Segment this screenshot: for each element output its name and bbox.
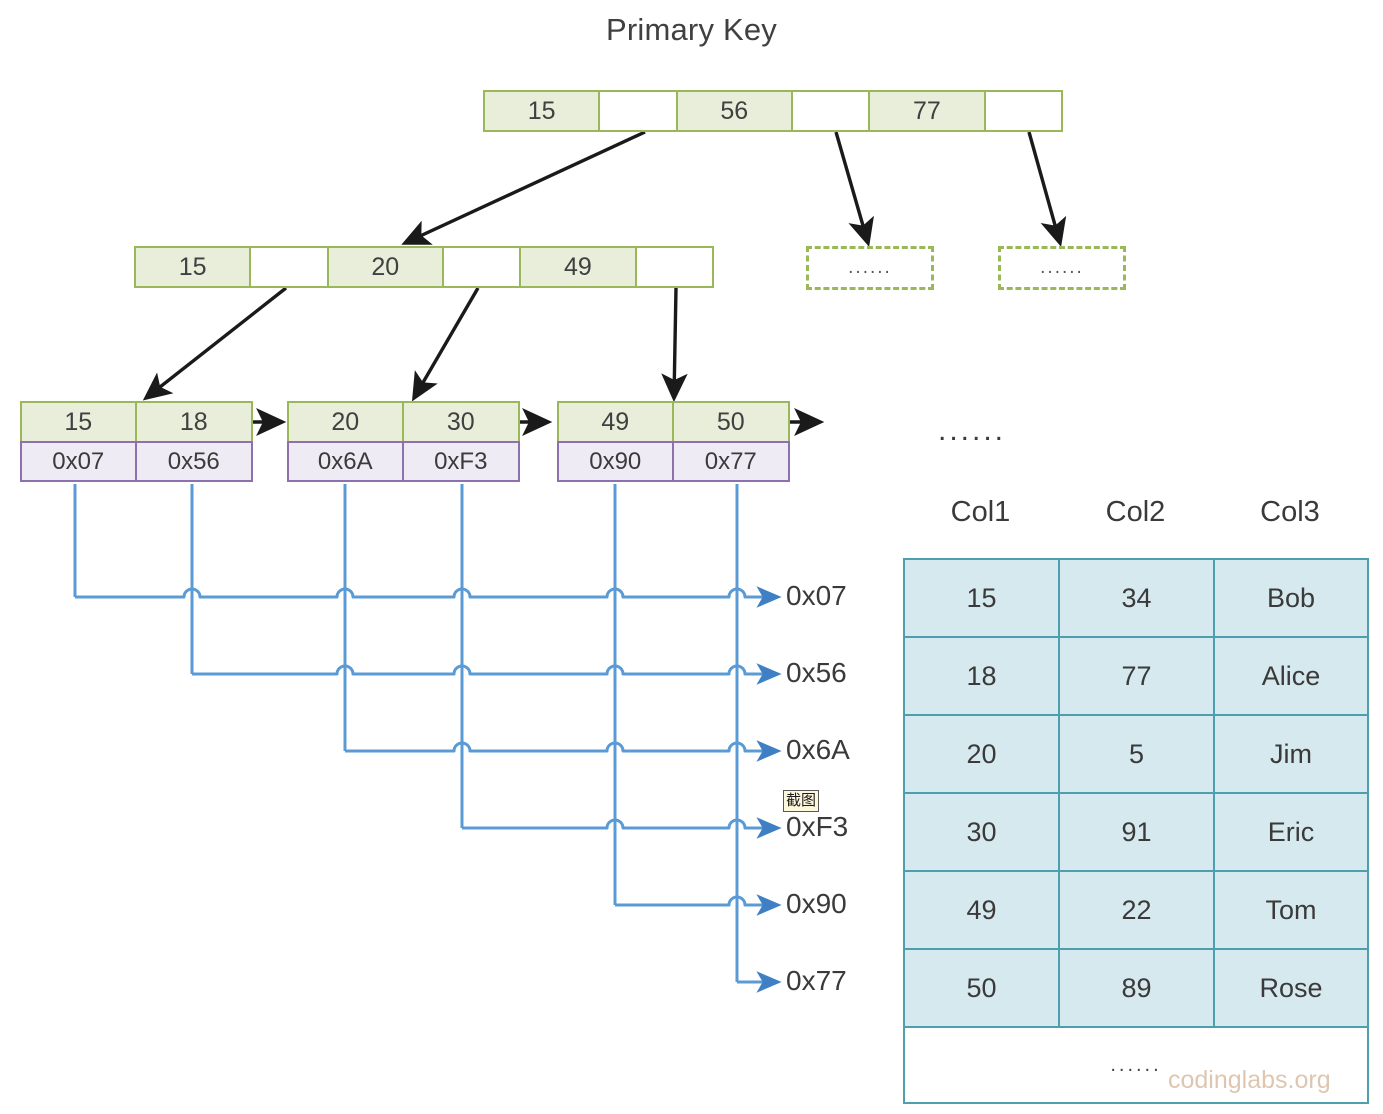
wire-row-0x90: [615, 894, 782, 916]
cell-r5-c1: 89: [1058, 948, 1215, 1028]
address-label-0x07: 0x07: [786, 580, 847, 611]
internal-pointer-cell-1[interactable]: [443, 248, 522, 286]
stub-node-1: ......: [806, 246, 934, 290]
address-label-0x6A: 0x6A: [786, 734, 850, 765]
table-row[interactable]: 50 89 Rose: [903, 948, 1369, 1028]
table-column-headers: Col1 Col2 Col3: [903, 496, 1367, 529]
leaf-2-pointer-1[interactable]: 0xF3: [403, 443, 518, 480]
record-data-table: 15 34 Bob 18 77 Alice 20 5 Jim 30 91 Eri…: [903, 558, 1369, 1104]
edge-root-to-internal: [401, 130, 646, 245]
edge-internal-to-leaf-2: [411, 287, 480, 402]
cell-r0-c1: 34: [1058, 558, 1215, 638]
page-title: Primary Key: [605, 12, 777, 47]
leaf-3-key-row: 49 50: [557, 401, 790, 443]
leaf-1-pointer-row: 0x07 0x56: [20, 441, 253, 482]
watermark: codinglabs.org: [1168, 1066, 1331, 1094]
table-row[interactable]: 49 22 Tom: [903, 870, 1369, 950]
internal-key-cell-2[interactable]: 49: [521, 248, 637, 286]
cell-r4-c2: Tom: [1213, 870, 1369, 950]
table-row[interactable]: 30 91 Eric: [903, 792, 1369, 872]
wire-row-0x6A: [345, 740, 782, 762]
edge-internal-to-leaf-3: [661, 287, 688, 403]
diagram-canvas: Primary Key 15 56 77 15 20 49 ...... ...…: [0, 0, 1383, 1114]
stub-node-2: ......: [998, 246, 1126, 290]
address-label-0x77: 0x77: [786, 965, 847, 996]
root-key-cell-2[interactable]: 77: [870, 92, 986, 130]
leaf-1-key-row: 15 18: [20, 401, 253, 443]
leaf-2-key-1[interactable]: 30: [403, 403, 518, 441]
cell-r4-c0: 49: [903, 870, 1060, 950]
wire-row-0x56: [192, 663, 782, 685]
root-key-cell-1[interactable]: 56: [677, 92, 793, 130]
leaf-node-1[interactable]: 15 18 0x07 0x56: [20, 401, 253, 482]
pointer-wires: [73, 484, 782, 993]
edge-root-to-stub-1: [834, 131, 874, 247]
root-key-cell-0[interactable]: 15: [485, 92, 601, 130]
cell-r5-c2: Rose: [1213, 948, 1369, 1028]
edge-internal-to-leaf-1: [142, 286, 288, 401]
internal-key-cell-0[interactable]: 15: [136, 248, 252, 286]
cell-r1-c1: 77: [1058, 636, 1215, 716]
cell-r5-c0: 50: [903, 948, 1060, 1028]
leaf-2-pointer-row: 0x6A 0xF3: [287, 441, 520, 482]
address-label-0xF3: 0xF3: [786, 811, 849, 842]
address-label-0x56: 0x56: [786, 657, 847, 688]
wire-row-0x07: [75, 586, 782, 608]
edge-root-to-stub-2: [1027, 131, 1067, 247]
cell-r2-c1: 5: [1058, 714, 1215, 794]
index-node-internal-1[interactable]: 15 20 49: [134, 246, 714, 288]
screenshot-tooltip-chip[interactable]: 截图: [783, 790, 820, 812]
column-header-col2: Col2: [1105, 496, 1166, 528]
index-node-root[interactable]: 15 56 77: [483, 90, 1063, 132]
root-pointer-cell-2[interactable]: [985, 92, 1062, 130]
table-row[interactable]: 15 34 Bob: [903, 558, 1369, 638]
root-pointer-cell-0[interactable]: [600, 92, 678, 130]
cell-r3-c0: 30: [903, 792, 1060, 872]
leaf-3-pointer-row: 0x90 0x77: [557, 441, 790, 482]
root-pointer-cell-1[interactable]: [792, 92, 871, 130]
leaf-1-key-0[interactable]: 15: [22, 403, 137, 441]
cell-r3-c1: 91: [1058, 792, 1215, 872]
leaf-2-key-0[interactable]: 20: [289, 403, 404, 441]
leaf-3-key-0[interactable]: 49: [559, 403, 674, 441]
leaf-2-pointer-0[interactable]: 0x6A: [289, 443, 404, 480]
leaf-node-3[interactable]: 49 50 0x90 0x77: [557, 401, 790, 482]
column-header-col1: Col1: [950, 496, 1011, 528]
table-row[interactable]: 20 5 Jim: [903, 714, 1369, 794]
internal-pointer-cell-2[interactable]: [636, 248, 713, 286]
address-label-0x90: 0x90: [786, 888, 847, 919]
table-row[interactable]: 18 77 Alice: [903, 636, 1369, 716]
leaf-1-pointer-1[interactable]: 0x56: [136, 443, 251, 480]
cell-r1-c2: Alice: [1213, 636, 1369, 716]
internal-key-cell-1[interactable]: 20: [328, 248, 444, 286]
cell-r2-c2: Jim: [1213, 714, 1369, 794]
cell-r2-c0: 20: [903, 714, 1060, 794]
leaf-1-pointer-0[interactable]: 0x07: [22, 443, 137, 480]
column-header-col3: Col3: [1260, 496, 1320, 528]
cell-r1-c0: 18: [903, 636, 1060, 716]
leaf-3-key-1[interactable]: 50: [673, 403, 788, 441]
cell-r0-c0: 15: [903, 558, 1060, 638]
leaf-2-key-row: 20 30: [287, 401, 520, 443]
wire-row-0xF3: [462, 817, 782, 839]
internal-pointer-cell-0[interactable]: [251, 248, 329, 286]
cell-r4-c1: 22: [1058, 870, 1215, 950]
leaf-1-key-1[interactable]: 18: [136, 403, 251, 441]
leaf-3-pointer-1[interactable]: 0x77: [673, 443, 788, 480]
cell-r0-c2: Bob: [1213, 558, 1369, 638]
cell-r3-c2: Eric: [1213, 792, 1369, 872]
leaf-node-2[interactable]: 20 30 0x6A 0xF3: [287, 401, 520, 482]
leaf-3-pointer-0[interactable]: 0x90: [559, 443, 674, 480]
leaf-chain-ellipsis: ......: [938, 414, 1007, 447]
